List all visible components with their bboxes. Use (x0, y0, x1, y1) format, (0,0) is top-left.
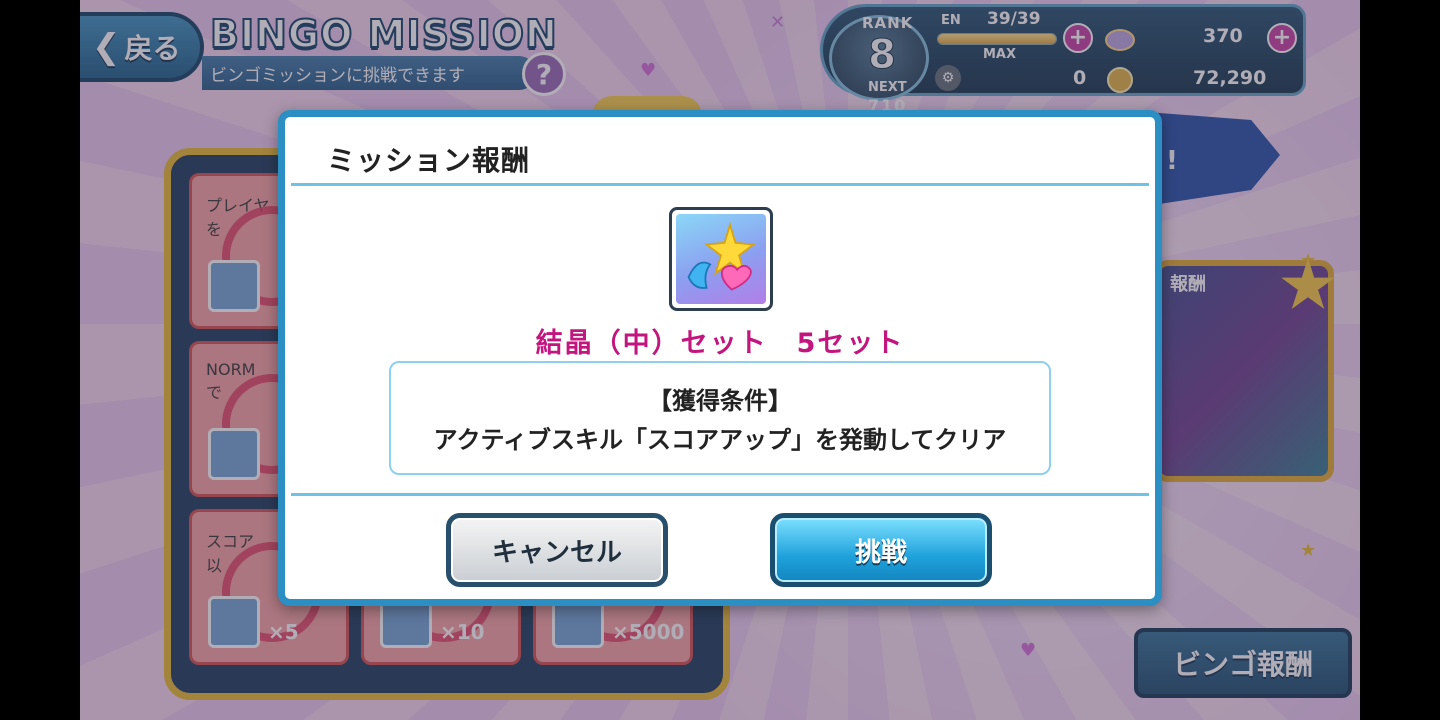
planet-gem-icon (1105, 29, 1135, 51)
gems-value: 370 (1203, 25, 1243, 47)
player-status-panel: RANK 8 NEXT 710 EN 39/39 MAX + 370 + ⚙ 0… (820, 4, 1306, 115)
back-button-label: 戻る (124, 32, 181, 65)
dialog-title: ミッション報酬 (327, 144, 531, 177)
chevron-left-icon: ❮ (92, 27, 121, 67)
rank-label: RANK (862, 14, 914, 32)
energy-max-label: MAX (983, 47, 1017, 62)
reward-amount: ×5 (268, 620, 299, 644)
reward-icon (208, 596, 260, 648)
bingo-reward-button[interactable]: ビンゴ報酬 (1134, 628, 1352, 698)
add-gems-button[interactable]: + (1267, 23, 1297, 53)
crystal-set-icon (669, 207, 773, 311)
challenge-button[interactable]: 挑戦 (770, 513, 992, 587)
page-subtitle: ビンゴミッションに挑戦できます (202, 56, 536, 90)
ticket-icon: ⚙ (935, 65, 961, 91)
condition-box: 【獲得条件】 アクティブスキル「スコアアップ」を発動してクリア (389, 361, 1051, 475)
coins-value: 72,290 (1193, 67, 1267, 89)
tickets-value: 0 (1073, 67, 1087, 89)
reward-icon (208, 428, 260, 480)
cross-icon: ✕ (770, 12, 786, 33)
next-label: NEXT (868, 80, 907, 95)
energy-value: 39/39 (987, 9, 1041, 29)
reward-item-name: 結晶（中）セット 5セット (535, 328, 905, 359)
coin-icon (1107, 67, 1133, 93)
page-title: BINGO MISSION (209, 11, 558, 57)
energy-bar (937, 33, 1057, 45)
heart-icon: ♥ (1020, 640, 1037, 661)
heart-icon: ♥ (640, 60, 657, 81)
divider (291, 493, 1149, 496)
rank-badge: RANK 8 NEXT 710 (829, 14, 929, 115)
reward-icon (208, 260, 260, 312)
help-button[interactable]: ? (522, 52, 566, 96)
condition-title: 【獲得条件】 (648, 387, 792, 415)
star-icon: ★ (1300, 540, 1317, 561)
divider (291, 183, 1149, 186)
banner-text: ! (1166, 146, 1178, 176)
energy-label: EN (941, 13, 961, 28)
mission-reward-dialog: ミッション報酬 結晶（中）セット 5セット 【獲得条件】 アクティブスキル「スコ… (278, 110, 1162, 606)
reward-amount: ×10 (440, 620, 485, 644)
add-energy-button[interactable]: + (1063, 23, 1093, 53)
reward-header: 報酬 (1170, 274, 1206, 295)
reward-amount: ×5000 (612, 620, 685, 644)
back-button[interactable]: ❮ 戻る (80, 12, 204, 82)
condition-text: アクティブスキル「スコアアップ」を発動してクリア (433, 426, 1007, 454)
rank-value: 8 (868, 32, 897, 79)
energy-bar-fill (938, 34, 1056, 44)
cancel-button[interactable]: キャンセル (446, 513, 668, 587)
